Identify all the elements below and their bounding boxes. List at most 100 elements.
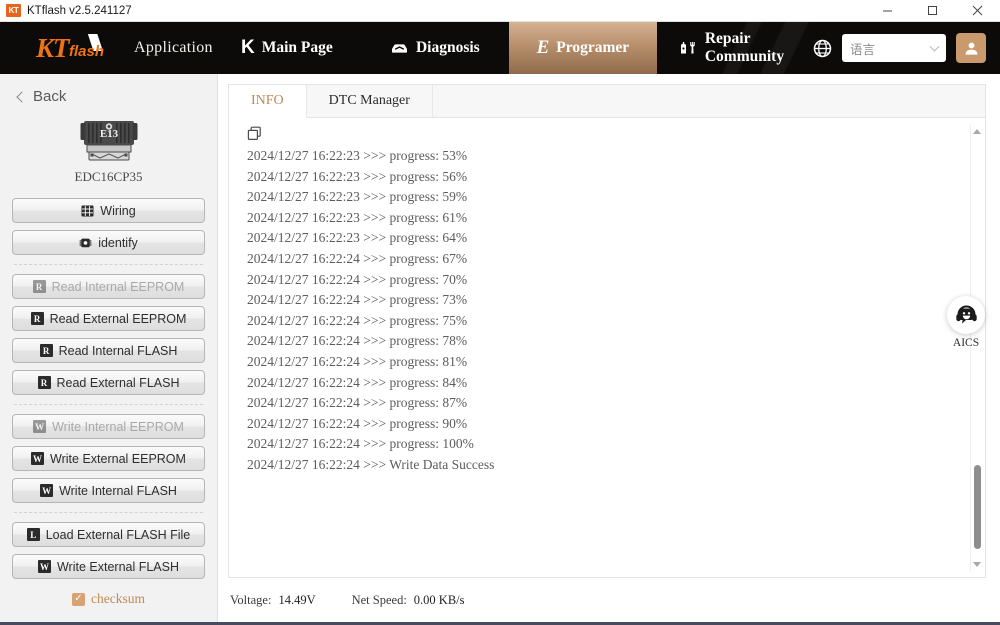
button-label: Write Internal EEPROM: [52, 419, 184, 434]
write-external-flash-button[interactable]: W Write External FLASH: [12, 554, 205, 579]
nav-item-repair-community[interactable]: Repair Community: [657, 22, 813, 74]
read-icon: R: [37, 376, 51, 389]
chevron-down-icon: [929, 41, 940, 52]
read-internal-flash-button[interactable]: R Read Internal FLASH: [12, 338, 205, 363]
log-line: 2024/12/27 16:22:24 >>> progress: 67%: [247, 250, 468, 266]
tab-label: INFO: [251, 93, 284, 108]
tab-dtc-manager[interactable]: DTC Manager: [307, 85, 433, 117]
button-label: Load External FLASH File: [45, 527, 191, 542]
account-button[interactable]: [956, 33, 986, 63]
copy-icon[interactable]: [247, 126, 263, 142]
sidebar-divider: [14, 512, 203, 513]
minimize-button[interactable]: [865, 0, 910, 22]
language-select-value: 语言: [850, 42, 876, 57]
back-button[interactable]: Back: [12, 74, 205, 111]
load-icon: L: [26, 528, 40, 541]
close-button[interactable]: [955, 0, 1000, 22]
log-line: 2024/12/27 16:22:23 >>> progress: 61%: [247, 209, 468, 225]
logo-flash-text: flash: [69, 43, 105, 60]
main-navbar: KT flash Application K Main Page Diagnos…: [0, 22, 1000, 74]
triangle-down-icon: [973, 561, 981, 567]
brand-area: KT flash Application: [0, 22, 213, 74]
app-logo-icon: KT: [6, 4, 21, 17]
language-select[interactable]: 语言: [842, 34, 946, 62]
log-line: 2024/12/27 16:22:23 >>> progress: 64%: [247, 230, 468, 246]
user-icon: [965, 42, 977, 55]
log-list: 2024/12/27 16:22:23 >>> progress: 53% 20…: [247, 146, 975, 476]
main-content: INFO DTC Manager 2024/12/27 16:22:23 >>>…: [218, 74, 1000, 622]
close-icon: [972, 5, 983, 16]
write-external-eeprom-button[interactable]: W Write External EEPROM: [12, 446, 205, 471]
maximize-icon: [928, 6, 937, 15]
tab-info[interactable]: INFO: [229, 85, 307, 118]
log-line: 2024/12/27 16:22:23 >>> progress: 56%: [247, 168, 468, 184]
back-button-label: Back: [33, 88, 67, 105]
sidebar: Back E13 EDC16CP35 Wiring identify R Rea…: [0, 74, 218, 622]
tab-label: DTC Manager: [328, 93, 410, 108]
headset-support-icon: [955, 305, 977, 323]
log-line: 2024/12/27 16:22:24 >>> progress: 75%: [247, 312, 468, 328]
write-icon: W: [37, 560, 51, 573]
voltage-value: 14.49V: [278, 592, 316, 607]
maximize-button[interactable]: [910, 0, 955, 22]
button-label: Wiring: [100, 203, 136, 218]
read-icon: R: [39, 344, 53, 357]
k-icon: K: [240, 37, 255, 58]
tools-icon: [679, 40, 698, 56]
button-label: Write External EEPROM: [50, 451, 186, 466]
scroll-down-arrow[interactable]: [971, 557, 984, 571]
read-icon: R: [32, 280, 46, 293]
scroll-up-arrow[interactable]: [971, 124, 984, 138]
voltage-label: Voltage:: [230, 592, 272, 607]
aics-floating-button[interactable]: AICS: [938, 296, 994, 349]
log-line: 2024/12/27 16:22:24 >>> progress: 84%: [247, 374, 468, 390]
nav-item-label: Programer: [556, 39, 630, 56]
log-line: 2024/12/27 16:22:24 >>> progress: 81%: [247, 353, 468, 369]
button-label: Write Internal FLASH: [59, 483, 177, 498]
read-external-flash-button[interactable]: R Read External FLASH: [12, 370, 205, 395]
panel-tabs: INFO DTC Manager: [229, 85, 985, 118]
status-bar: Voltage: 14.49V Net Speed: 0.00 KB/s: [228, 578, 986, 622]
app-body: Back E13 EDC16CP35 Wiring identify R Rea…: [0, 74, 1000, 622]
navbar-right-area: 语言: [813, 22, 1000, 74]
read-external-eeprom-button[interactable]: R Read External EEPROM: [12, 306, 205, 331]
grid-icon: [81, 204, 94, 217]
nav-item-label: Repair Community: [704, 30, 785, 65]
netspeed-value: 0.00 KB/s: [413, 592, 465, 607]
nav-item-label: Diagnosis: [415, 39, 480, 56]
write-internal-flash-button[interactable]: W Write Internal FLASH: [12, 478, 205, 503]
log-line: 2024/12/27 16:22:24 >>> progress: 87%: [247, 395, 468, 411]
write-internal-eeprom-button[interactable]: W Write Internal EEPROM: [12, 414, 205, 439]
button-label: Read Internal FLASH: [58, 343, 178, 358]
car-icon: [390, 41, 409, 56]
app-window: KT KTflash v2.5.241127 KT flash Applicat…: [0, 0, 1000, 625]
log-line: 2024/12/27 16:22:24 >>> Write Data Succe…: [247, 456, 495, 472]
button-label: Write External FLASH: [56, 559, 180, 574]
aics-button-circle[interactable]: [947, 296, 985, 334]
log-line: 2024/12/27 16:22:24 >>> progress: 90%: [247, 415, 468, 431]
wiring-button[interactable]: Wiring: [12, 198, 205, 223]
log-area: 2024/12/27 16:22:23 >>> progress: 53% 20…: [229, 118, 985, 577]
button-label: Read External FLASH: [56, 375, 180, 390]
application-label: Application: [134, 39, 213, 56]
globe-icon[interactable]: [813, 39, 832, 58]
checksum-checkbox[interactable]: ✓ checksum: [12, 579, 205, 607]
nav-item-programer[interactable]: E Programer: [508, 22, 657, 74]
navbar-items: K Main Page Diagnosis E Programer Repair…: [213, 22, 813, 74]
write-icon: W: [33, 420, 47, 433]
title-bar: KT KTflash v2.5.241127: [0, 0, 1000, 22]
checkmark-icon: ✓: [72, 592, 85, 606]
nav-item-main-page[interactable]: K Main Page: [213, 22, 361, 74]
button-label: Read External EEPROM: [49, 311, 187, 326]
load-external-flash-file-button[interactable]: L Load External FLASH File: [12, 522, 205, 547]
chip-icon: [79, 236, 92, 249]
read-internal-eeprom-button[interactable]: R Read Internal EEPROM: [12, 274, 205, 299]
log-line: 2024/12/27 16:22:23 >>> progress: 53%: [247, 148, 468, 163]
sidebar-divider: [14, 264, 203, 265]
nav-item-diagnosis[interactable]: Diagnosis: [361, 22, 509, 74]
scrollbar-thumb[interactable]: [973, 464, 981, 549]
svg-text:E13: E13: [99, 128, 118, 140]
nav-item-label: Main Page: [261, 39, 333, 56]
identify-button[interactable]: identify: [12, 230, 205, 255]
read-icon: R: [30, 312, 44, 325]
